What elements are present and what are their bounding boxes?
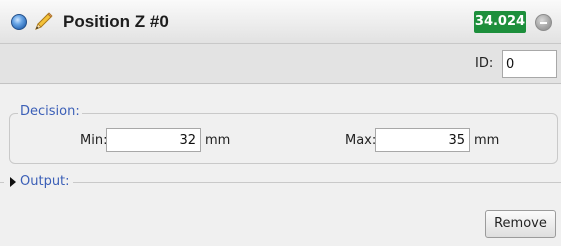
id-label: ID: <box>475 56 494 71</box>
panel-header: Position Z #0 34.024 <box>0 0 561 44</box>
output-toggle[interactable]: Output: <box>4 174 73 189</box>
id-input[interactable] <box>502 50 557 78</box>
expand-arrow-icon <box>10 176 16 187</box>
decision-legend: Decision: <box>18 104 82 119</box>
panel-body <box>0 85 561 246</box>
output-label: Output: <box>20 174 70 189</box>
max-input[interactable] <box>375 128 470 152</box>
min-input[interactable] <box>106 128 201 152</box>
pencil-icon[interactable] <box>32 11 54 33</box>
remove-button[interactable]: Remove <box>485 210 556 238</box>
panel-title: Position Z #0 <box>63 12 169 31</box>
value-badge: 34.024 <box>474 11 526 33</box>
status-dot-icon <box>11 14 27 30</box>
min-label: Min: <box>80 133 108 148</box>
id-row: ID: <box>0 44 561 84</box>
component-panel: Position Z #0 34.024 ID: Decision: Min: … <box>0 0 561 246</box>
max-label: Max: <box>345 133 377 148</box>
min-unit: mm <box>205 133 231 148</box>
max-unit: mm <box>474 133 500 148</box>
output-divider <box>0 182 561 183</box>
minus-circle-icon[interactable] <box>535 14 552 31</box>
